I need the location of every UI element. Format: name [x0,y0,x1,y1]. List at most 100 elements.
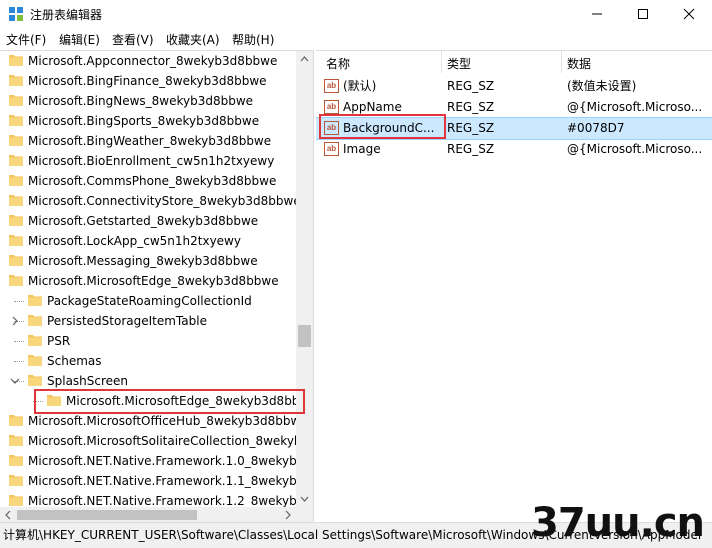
tree-connector [14,341,24,342]
column-divider[interactable] [441,51,442,73]
tree-item-label: PSR [47,334,71,348]
folder-icon [9,255,23,266]
tree-item[interactable]: PersistedStorageItemTable [0,311,296,331]
tree-item-label: Microsoft.BingFinance_8wekyb3d8bbwe [28,74,267,88]
tree-item[interactable]: Microsoft.Messaging_8wekyb3d8bbwe [0,251,296,271]
tree-vertical-scrollbar[interactable] [296,51,313,507]
tree-item[interactable]: Microsoft.BingFinance_8wekyb3d8bbwe [0,71,296,91]
highlight-box-tree [34,389,305,414]
maximize-button[interactable] [620,0,666,28]
column-header-type[interactable]: 类型 [447,55,471,72]
folder-icon [9,115,23,126]
tree-item-label: Microsoft.Getstarted_8wekyb3d8bbwe [28,214,259,228]
string-value-icon: ab [324,79,339,93]
folder-icon [28,295,42,306]
string-value-icon: ab [324,142,339,156]
tree-item[interactable]: PackageStateRoamingCollectionId [0,291,296,311]
value-type: REG_SZ [447,100,495,114]
key-tree-pane[interactable]: Microsoft.Appconnector_8wekyb3d8bbwe Micr… [0,50,314,523]
tree-item[interactable]: Microsoft.BioEnrollment_cw5n1h2txyewy [0,151,296,171]
tree-item[interactable]: Microsoft.BingNews_8wekyb3d8bbwe [0,91,296,111]
tree-item-label: Schemas [47,354,102,368]
folder-icon [9,195,23,206]
maximize-icon [638,9,648,19]
folder-icon [9,95,23,106]
folder-icon [9,215,23,226]
scroll-up-icon[interactable] [296,51,313,68]
value-row[interactable]: ab Image REG_SZ @{Microsoft.Microso... [316,139,712,160]
folder-icon [9,55,23,66]
tree-item[interactable]: Schemas [0,351,296,371]
tree-hscroll-thumb[interactable] [17,510,197,520]
tree-connector [14,301,24,302]
tree-item-label: Microsoft.MicrosoftEdge_8wekyb3d8bbwe [28,274,279,288]
column-divider[interactable] [561,51,562,73]
menu-edit[interactable]: 编辑(E) [59,31,100,48]
tree-item[interactable]: Microsoft.NET.Native.Framework.1.0_8weky… [0,451,296,471]
value-type: REG_SZ [447,142,495,156]
folder-icon [9,155,23,166]
column-header-name[interactable]: 名称 [326,55,350,72]
tree-item[interactable]: Microsoft.CommsPhone_8wekyb3d8bbwe [0,171,296,191]
scroll-right-icon[interactable] [279,507,296,523]
folder-icon [9,415,23,426]
menu-file[interactable]: 文件(F) [6,31,46,48]
scroll-left-icon[interactable] [0,507,17,523]
value-data: #0078D7 [567,121,625,135]
tree-item[interactable]: Microsoft.Getstarted_8wekyb3d8bbwe [0,211,296,231]
chevron-right-icon[interactable] [10,316,20,326]
tree-scroll-thumb[interactable] [298,325,311,347]
title-bar: 注册表编辑器 [0,0,712,28]
value-name: Image [343,142,381,156]
tree-item[interactable]: Microsoft.MicrosoftEdge_8wekyb3d8bbwe [0,271,296,291]
folder-icon [28,315,42,326]
value-data: (数值未设置) [567,79,637,93]
tree-item-label: Microsoft.Appconnector_8wekyb3d8bbwe [28,54,278,68]
list-header: 名称 类型 数据 [316,51,712,73]
tree-item-label: Microsoft.ConnectivityStore_8wekyb3d8bbw… [28,194,296,208]
registry-editor-icon [9,7,23,21]
folder-icon [9,75,23,86]
tree-item-label: Microsoft.MicrosoftSolitaireCollection_8… [28,434,296,448]
folder-icon [9,175,23,186]
tree-item[interactable]: Microsoft.BingWeather_8wekyb3d8bbwe [0,131,296,151]
folder-icon [9,275,23,286]
menu-help[interactable]: 帮助(H) [232,31,274,48]
folder-icon [28,375,42,386]
tree-item[interactable]: Microsoft.MicrosoftOfficeHub_8wekyb3d8bb… [0,411,296,431]
value-row[interactable]: ab (默认) REG_SZ (数值未设置) [316,76,712,97]
folder-icon [9,455,23,466]
tree-item[interactable]: PSR [0,331,296,351]
folder-icon [9,135,23,146]
tree-item[interactable]: Microsoft.MicrosoftSolitaireCollection_8… [0,431,296,451]
menu-favorites[interactable]: 收藏夹(A) [166,31,220,48]
tree-item[interactable]: Microsoft.LockApp_cw5n1h2txyewy [0,231,296,251]
tree-item[interactable]: Microsoft.BingSports_8wekyb3d8bbwe [0,111,296,131]
value-name: (默认) [343,79,377,93]
close-button[interactable] [666,0,712,28]
folder-icon [28,335,42,346]
tree-item[interactable]: Microsoft.ConnectivityStore_8wekyb3d8bbw… [0,191,296,211]
tree-item-label: Microsoft.Messaging_8wekyb3d8bbwe [28,254,258,268]
minimize-button[interactable] [574,0,620,28]
watermark-logo: 37uu.cn [531,500,705,546]
tree-item[interactable]: SplashScreen [0,371,296,391]
tree-item-label: Microsoft.BioEnrollment_cw5n1h2txyewy [28,154,275,168]
column-header-data[interactable]: 数据 [567,55,591,72]
scroll-down-icon[interactable] [296,490,313,507]
tree-item-label: PersistedStorageItemTable [47,314,207,328]
window-title: 注册表编辑器 [30,8,103,22]
tree-horizontal-scrollbar[interactable] [0,507,296,523]
tree-item-label: Microsoft.MicrosoftOfficeHub_8wekyb3d8bb… [28,414,296,428]
chevron-down-icon[interactable] [10,376,20,386]
tree-item-label: Microsoft.CommsPhone_8wekyb3d8bbwe [28,174,277,188]
folder-icon [9,235,23,246]
tree-item[interactable]: Microsoft.NET.Native.Framework.1.1_8weky… [0,471,296,491]
tree-item-label: Microsoft.BingWeather_8wekyb3d8bbwe [28,134,272,148]
value-data: @{Microsoft.Microso... [567,142,703,156]
minimize-icon [592,13,602,15]
tree-item-label: Microsoft.NET.Native.Framework.1.1_8weky… [28,474,296,488]
menu-view[interactable]: 查看(V) [112,31,154,48]
tree-item[interactable]: Microsoft.Appconnector_8wekyb3d8bbwe [0,51,296,71]
tree-item-label: SplashScreen [47,374,129,388]
